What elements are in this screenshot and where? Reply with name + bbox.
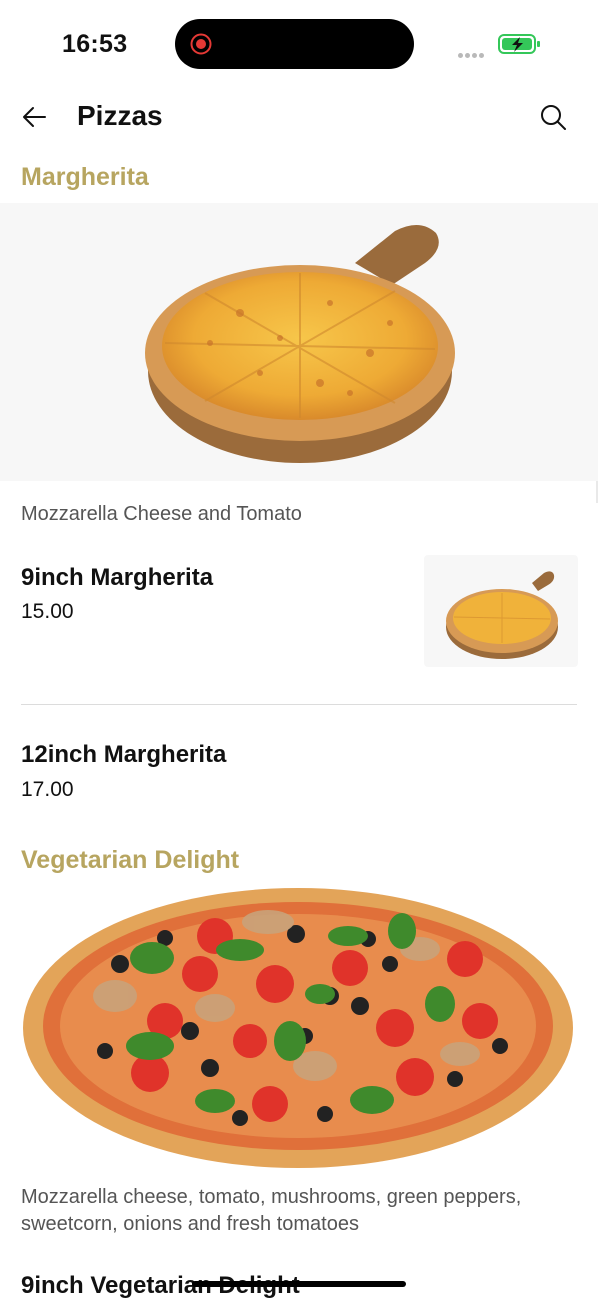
margherita-hero-image (0, 203, 598, 481)
dynamic-island (175, 19, 414, 69)
signal-icon (458, 45, 486, 63)
status-time: 16:53 (62, 30, 128, 58)
section-title-margherita: Margherita (21, 163, 149, 191)
section-description-margherita: Mozzarella Cheese and Tomato (21, 503, 302, 525)
section-description-vegetarian-delight: Mozzarella cheese, tomato, mushrooms, gr… (21, 1186, 522, 1235)
item-price: 15.00 (21, 600, 74, 623)
search-icon[interactable] (538, 102, 568, 132)
item-name: 12inch Margherita (21, 741, 227, 768)
back-arrow-icon[interactable] (18, 100, 52, 134)
recording-icon (190, 33, 212, 55)
section-title-vegetarian-delight: Vegetarian Delight (21, 846, 240, 874)
item-price: 17.00 (21, 778, 74, 801)
item-thumbnail (424, 555, 578, 667)
battery-charging-icon (498, 34, 540, 54)
vegetarian-pizza-illustration (23, 888, 573, 1168)
app-header: Pizzas (0, 90, 598, 150)
page-title: Pizzas (77, 100, 163, 131)
margherita-pizza-illustration (145, 224, 455, 463)
vegetarian-delight-hero-image (0, 886, 598, 1168)
item-divider (21, 704, 577, 705)
item-name: 9inch Margherita (21, 564, 214, 591)
status-bar: 16:53 (0, 0, 598, 90)
home-indicator[interactable] (192, 1281, 406, 1287)
